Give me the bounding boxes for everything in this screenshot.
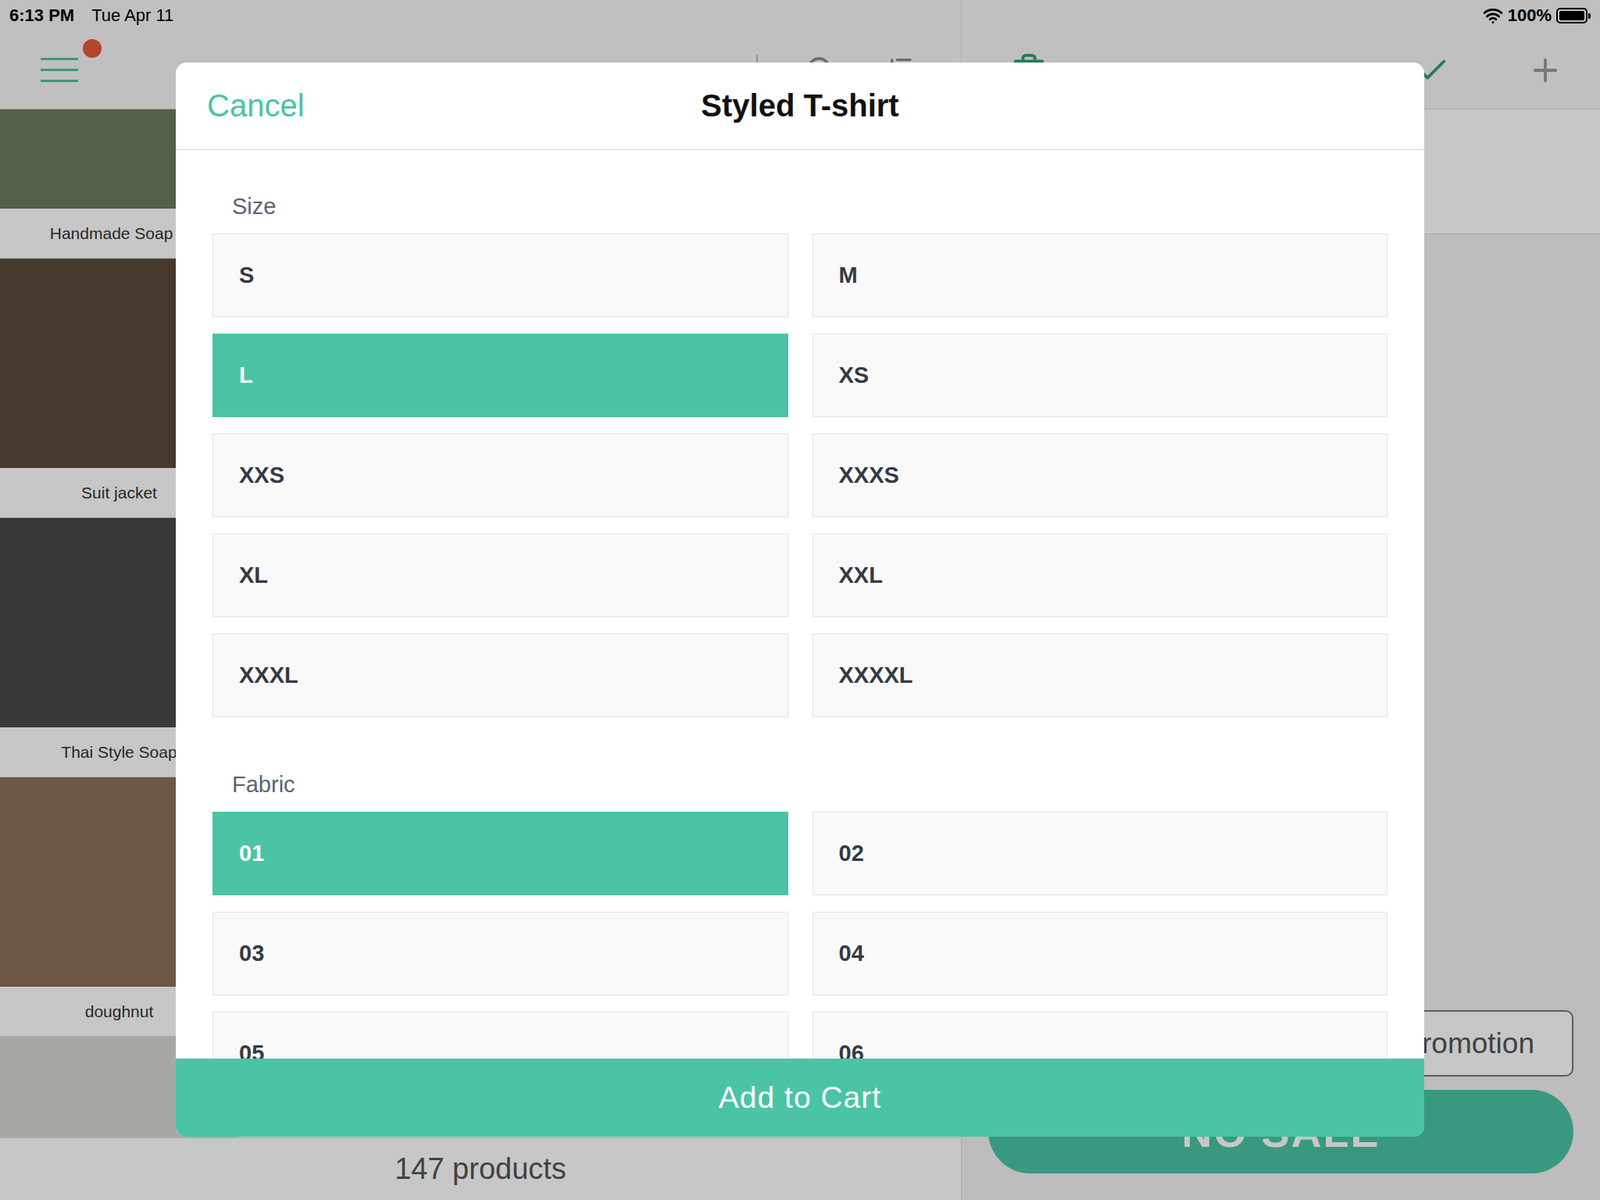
dim-overlay: Cancel Styled T-shirt Size SML XS XXS XXXS XL XX… — [0, 0, 1600, 1200]
option-button[interactable]: XS — [812, 333, 1389, 418]
option-button[interactable]: 04 — [812, 911, 1389, 996]
option-button[interactable]: XL — [212, 533, 789, 618]
option-button[interactable]: 03 — [212, 911, 789, 996]
screen: Handmade Soap SSuit jacketThai Style Soa… — [0, 0, 1600, 1200]
option-button[interactable]: 01 — [212, 811, 789, 896]
option-group: Size SML XS XXS XXXS XL XXL XXXL XXXXL — [212, 192, 1388, 718]
option-button[interactable]: 06 — [812, 1011, 1389, 1059]
option-button[interactable]: XXXS — [812, 433, 1389, 518]
option-button[interactable]: XXL — [812, 533, 1389, 618]
option-button[interactable]: L — [212, 333, 789, 418]
option-button[interactable]: 02 — [812, 811, 1389, 896]
option-button[interactable]: S — [212, 233, 789, 318]
variant-dialog: Cancel Styled T-shirt Size SML XS XXS XXXS XL XX… — [175, 62, 1425, 1137]
dialog-header: Cancel Styled T-shirt — [175, 62, 1425, 150]
option-button[interactable]: XXXXL — [812, 633, 1389, 718]
option-button[interactable]: 05 — [212, 1011, 789, 1059]
dialog-body: Size SML XS XXS XXXS XL XXL XXXL XXXXL Fabric 01 02… — [175, 150, 1425, 1059]
option-group-label: Size — [212, 192, 1388, 221]
option-group: Fabric 01 02 03 04 05 06 — [212, 771, 1388, 1059]
cancel-button[interactable]: Cancel — [207, 88, 305, 124]
option-button[interactable]: XXXL — [212, 633, 789, 718]
option-button[interactable]: M — [812, 233, 1389, 318]
dialog-title: Styled T-shirt — [700, 88, 899, 124]
add-to-cart-button[interactable]: Add to Cart — [175, 1058, 1425, 1137]
option-group-label: Fabric — [212, 771, 1388, 799]
option-button[interactable]: XXS — [212, 433, 789, 518]
